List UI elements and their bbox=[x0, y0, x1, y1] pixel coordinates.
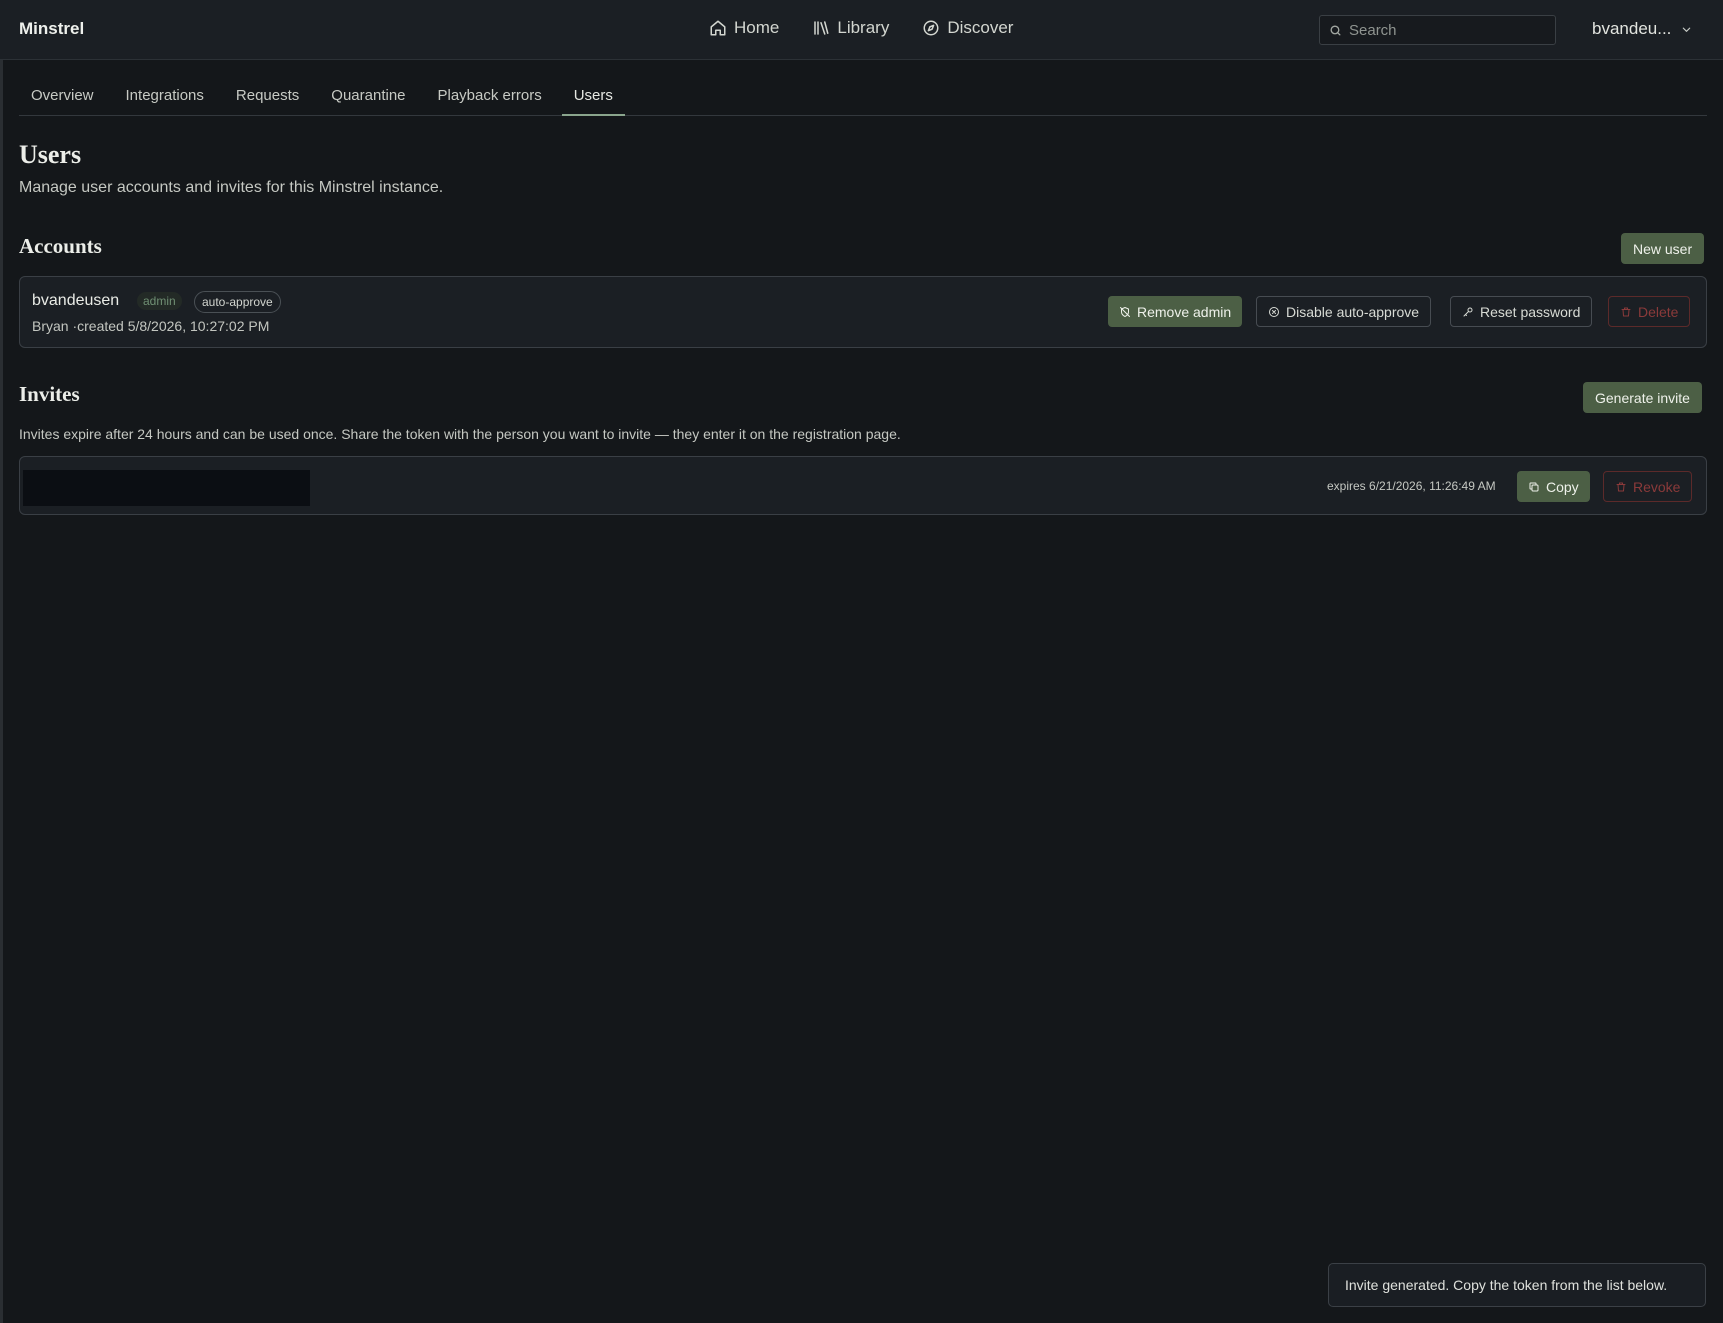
chevron-down-icon bbox=[1683, 27, 1691, 32]
button-label: Reset password bbox=[1480, 303, 1581, 320]
nav-item-home[interactable]: Home bbox=[709, 18, 779, 38]
accounts-heading: Accounts bbox=[19, 234, 102, 258]
nav-label: Home bbox=[734, 18, 780, 37]
app-logo[interactable]: Minstrel bbox=[19, 19, 84, 39]
library-icon bbox=[814, 21, 829, 35]
nav-label: Library bbox=[837, 18, 890, 37]
admin-tabs: Overview Integrations Requests Quarantin… bbox=[19, 80, 1707, 116]
tab-requests[interactable]: Requests bbox=[224, 80, 311, 116]
user-menu[interactable]: bvandeu... bbox=[1592, 19, 1692, 39]
window-edge bbox=[0, 0, 3, 1323]
button-label: Copy bbox=[1546, 478, 1579, 495]
reset-password-button[interactable]: Reset password bbox=[1450, 296, 1593, 327]
tab-users[interactable]: Users bbox=[561, 80, 625, 116]
username-label: bvandeu... bbox=[1592, 19, 1672, 38]
generate-invite-button[interactable]: Generate invite bbox=[1583, 382, 1702, 413]
invites-note: Invites expire after 24 hours and can be… bbox=[19, 426, 901, 442]
top-navbar: Minstrel Home Library Discover Search bv… bbox=[0, 0, 1723, 60]
button-label: Delete bbox=[1638, 303, 1679, 320]
trash-icon bbox=[1616, 482, 1626, 491]
x-circle-icon bbox=[1269, 306, 1279, 317]
account-meta: Bryan ·created 5/8/2026, 10:27:02 PM bbox=[32, 318, 270, 334]
app-root: Minstrel Home Library Discover Search bv… bbox=[0, 0, 1723, 1323]
remove-admin-button[interactable]: Remove admin bbox=[1108, 296, 1243, 327]
tab-integrations[interactable]: Integrations bbox=[114, 80, 216, 116]
shield-off-icon bbox=[1120, 306, 1130, 317]
search-box[interactable] bbox=[1319, 15, 1556, 45]
account-username: bvandeusen bbox=[32, 292, 120, 309]
main-nav: Home Library Discover bbox=[709, 18, 1013, 38]
copy-invite-button[interactable]: Copy bbox=[1517, 471, 1590, 502]
key-icon bbox=[1463, 307, 1473, 316]
tab-quarantine[interactable]: Quarantine bbox=[319, 80, 417, 116]
auto-approve-badge: auto-approve bbox=[194, 291, 281, 313]
copy-icon bbox=[1529, 482, 1539, 491]
new-user-button[interactable]: New user bbox=[1621, 233, 1705, 264]
search-input[interactable] bbox=[1349, 21, 1549, 39]
invite-token-field[interactable] bbox=[23, 470, 310, 506]
search-icon bbox=[1330, 24, 1341, 36]
admin-badge: admin bbox=[137, 292, 182, 310]
nav-label: Discover bbox=[947, 18, 1014, 37]
account-card: bvandeusen admin auto-approve Bryan ·cre… bbox=[19, 276, 1707, 348]
button-label: Revoke bbox=[1633, 478, 1681, 495]
page-title: Users bbox=[19, 140, 82, 169]
home-icon bbox=[710, 20, 726, 36]
invite-card: expires 6/21/2026, 11:26:49 AM Copy Revo… bbox=[19, 456, 1707, 515]
tab-playback-errors[interactable]: Playback errors bbox=[426, 80, 554, 116]
compass-icon bbox=[923, 20, 939, 36]
tab-overview[interactable]: Overview bbox=[19, 80, 106, 116]
page-subtitle: Manage user accounts and invites for thi… bbox=[19, 179, 444, 196]
nav-item-discover[interactable]: Discover bbox=[922, 18, 1013, 38]
disable-auto-approve-button[interactable]: Disable auto-approve bbox=[1256, 296, 1432, 327]
button-label: Disable auto-approve bbox=[1286, 303, 1420, 320]
trash-icon bbox=[1621, 307, 1631, 316]
invite-expiry: expires 6/21/2026, 11:26:49 AM bbox=[1327, 479, 1496, 493]
delete-user-button[interactable]: Delete bbox=[1608, 296, 1691, 327]
toast-notification: Invite generated. Copy the token from th… bbox=[1328, 1263, 1706, 1307]
revoke-invite-button[interactable]: Revoke bbox=[1603, 471, 1693, 502]
button-label: Remove admin bbox=[1137, 303, 1232, 320]
invites-heading: Invites bbox=[19, 382, 80, 406]
nav-item-library[interactable]: Library bbox=[812, 18, 889, 38]
